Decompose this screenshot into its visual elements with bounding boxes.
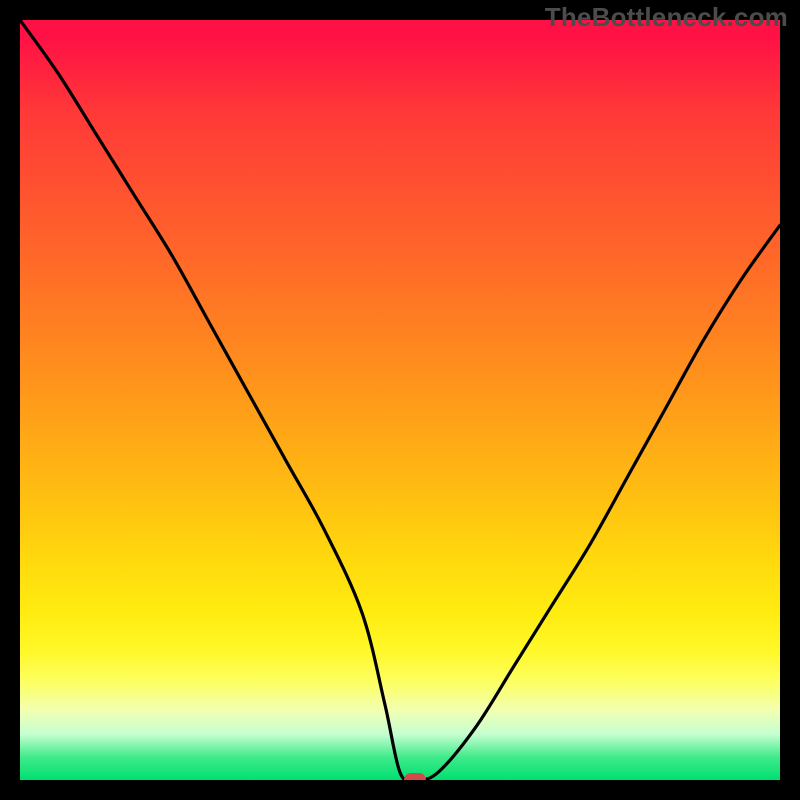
bottleneck-curve-path <box>20 20 780 780</box>
bottleneck-chart: TheBottleneck.com <box>0 0 800 800</box>
optimal-point-marker <box>404 773 426 780</box>
watermark-text: TheBottleneck.com <box>545 2 788 33</box>
curve-svg <box>20 20 780 780</box>
plot-area <box>20 20 780 780</box>
